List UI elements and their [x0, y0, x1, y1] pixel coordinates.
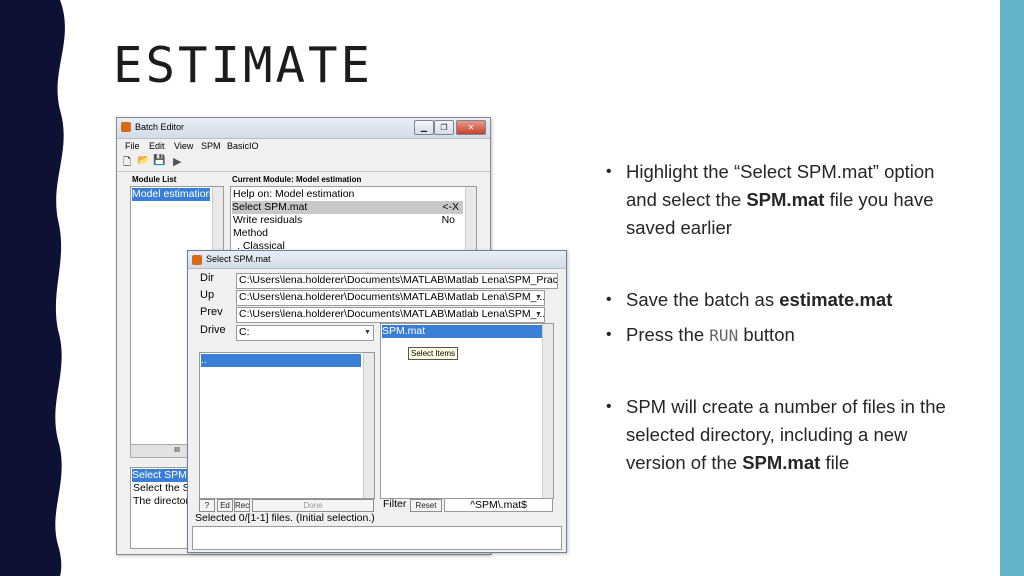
bullet-text: Press the RUN button [626, 321, 948, 350]
file-list-scrollbar[interactable] [542, 324, 553, 498]
module-items-list[interactable]: Help on: Model estimation Select SPM.mat… [230, 186, 477, 258]
bullet-text: SPM will create a number of files in the… [626, 393, 948, 477]
bullet-dot: • [606, 398, 612, 415]
module-items-scrollbar[interactable] [465, 187, 476, 257]
right-accent-bar [1000, 0, 1024, 576]
help-button[interactable]: ? [199, 499, 215, 512]
current-module-label: Current Module: Model estimation [232, 175, 362, 184]
dir-field[interactable]: C:\Users\lena.holderer\Documents\MATLAB\… [236, 273, 558, 289]
menu-view[interactable]: View [174, 141, 193, 151]
file-item[interactable]: SPM.mat [382, 325, 542, 338]
up-dropdown[interactable]: C:\Users\lena.holderer\Documents\MATLAB\… [236, 290, 545, 306]
module-item-method[interactable]: Method [233, 227, 268, 240]
menu-bar: File Edit View SPM BasicIO [117, 139, 490, 155]
run-icon[interactable]: ▶ [173, 155, 181, 168]
toolbar: 🗋 📂 💾 ▶ [117, 155, 490, 172]
scroll-thumb-grip: III [174, 447, 180, 454]
bullet-code-part: RUN [709, 326, 739, 345]
recent-button[interactable]: Rec [234, 499, 250, 512]
module-item-value: <-X [442, 201, 459, 213]
menu-basicio[interactable]: BasicIO [227, 141, 259, 151]
open-folder-icon[interactable]: 📂 [137, 155, 149, 166]
prev-dropdown[interactable]: C:\Users\lena.holderer\Documents\MATLAB\… [236, 307, 545, 323]
directory-list[interactable]: .. [199, 352, 375, 499]
menu-spm[interactable]: SPM [201, 141, 221, 151]
matlab-icon [192, 255, 202, 265]
done-button[interactable]: Done [252, 499, 374, 512]
select-dialog-titlebar[interactable]: Select SPM.mat [188, 251, 566, 269]
bullet-2: • Save the batch as estimate.mat [606, 286, 946, 314]
close-button[interactable]: ✕ [456, 120, 486, 135]
filter-field[interactable]: ^SPM\.mat$ [444, 498, 553, 512]
module-item-write-residuals[interactable]: Write residuals No [233, 214, 461, 227]
drive-value: C: [239, 326, 250, 338]
up-value: C:\Users\lena.holderer\Documents\MATLAB\… [239, 291, 545, 303]
select-dialog-title: Select SPM.mat [206, 254, 271, 264]
bullet-text-part: button [738, 324, 795, 345]
info-line: Select the S [133, 482, 190, 494]
prev-label: Prev [200, 306, 223, 318]
edit-button[interactable]: Ed [217, 499, 233, 512]
bullet-text-part: Save the batch as [626, 289, 780, 310]
bullet-1: • Highlight the “Select SPM.mat” option … [606, 158, 946, 244]
bullet-text-part: Press the [626, 324, 710, 345]
bullet-dot: • [606, 291, 612, 308]
minimize-button[interactable]: ▁ [414, 120, 434, 135]
bullet-text: Highlight the “Select SPM.mat” option an… [626, 158, 948, 242]
prev-value: C:\Users\lena.holderer\Documents\MATLAB\… [239, 308, 545, 320]
info-line: The director [133, 495, 190, 507]
reset-button[interactable]: Reset [410, 499, 442, 512]
bullet-bold-part: SPM.mat [746, 189, 825, 210]
chevron-down-icon[interactable]: ▼ [534, 292, 543, 303]
menu-file[interactable]: File [125, 141, 140, 151]
maximize-button[interactable]: ❐ [434, 120, 454, 135]
bullet-4: • SPM will create a number of files in t… [606, 393, 946, 479]
select-items-tooltip: Select Items [408, 347, 459, 360]
module-item-select-spm[interactable]: Select SPM.mat <-X [232, 201, 463, 214]
slide-title: ESTIMATE [113, 37, 374, 94]
up-label: Up [200, 289, 215, 301]
module-item-value: No [441, 214, 455, 226]
bullet-bold-part: SPM.mat [742, 452, 821, 473]
bullet-text: Save the batch as estimate.mat [626, 286, 948, 314]
module-item-help[interactable]: Help on: Model estimation [233, 188, 461, 201]
file-list[interactable]: SPM.mat [380, 323, 554, 499]
module-list-label: Module List [132, 175, 177, 184]
module-item-label: Select SPM.mat [232, 201, 308, 213]
drive-label: Drive [200, 324, 226, 336]
dir-label: Dir [200, 272, 215, 284]
chevron-down-icon[interactable]: ▼ [534, 309, 543, 320]
batch-editor-title: Batch Editor [135, 122, 185, 132]
bullet-3: • Press the RUN button [606, 321, 946, 349]
bullet-dot: • [606, 326, 612, 343]
chevron-down-icon[interactable]: ▼ [363, 327, 372, 338]
selection-status: Selected 0/[1-1] files. (Initial selecti… [195, 512, 375, 524]
save-icon[interactable]: 💾 [153, 155, 165, 166]
module-list-item[interactable]: Model estimation [132, 188, 211, 201]
wave-decoration [0, 0, 65, 576]
batch-editor-titlebar[interactable]: Batch Editor ▁ ❐ ✕ [117, 118, 490, 139]
selected-files-list[interactable] [192, 526, 562, 550]
module-item-label: Write residuals [233, 214, 303, 226]
menu-edit[interactable]: Edit [149, 141, 165, 151]
filter-label: Filter [383, 498, 407, 510]
matlab-icon [121, 122, 131, 132]
bullet-bold-part: estimate.mat [779, 289, 893, 310]
directory-item[interactable]: .. [201, 354, 361, 367]
new-file-icon[interactable]: 🗋 [123, 155, 131, 172]
select-spm-dialog: Select SPM.mat Dir C:\Users\lena.holdere… [187, 250, 567, 553]
bullet-dot: • [606, 163, 612, 180]
directory-list-scrollbar[interactable] [363, 353, 374, 498]
bullet-text-part: file [820, 452, 850, 473]
drive-dropdown[interactable]: C: ▼ [236, 325, 374, 341]
